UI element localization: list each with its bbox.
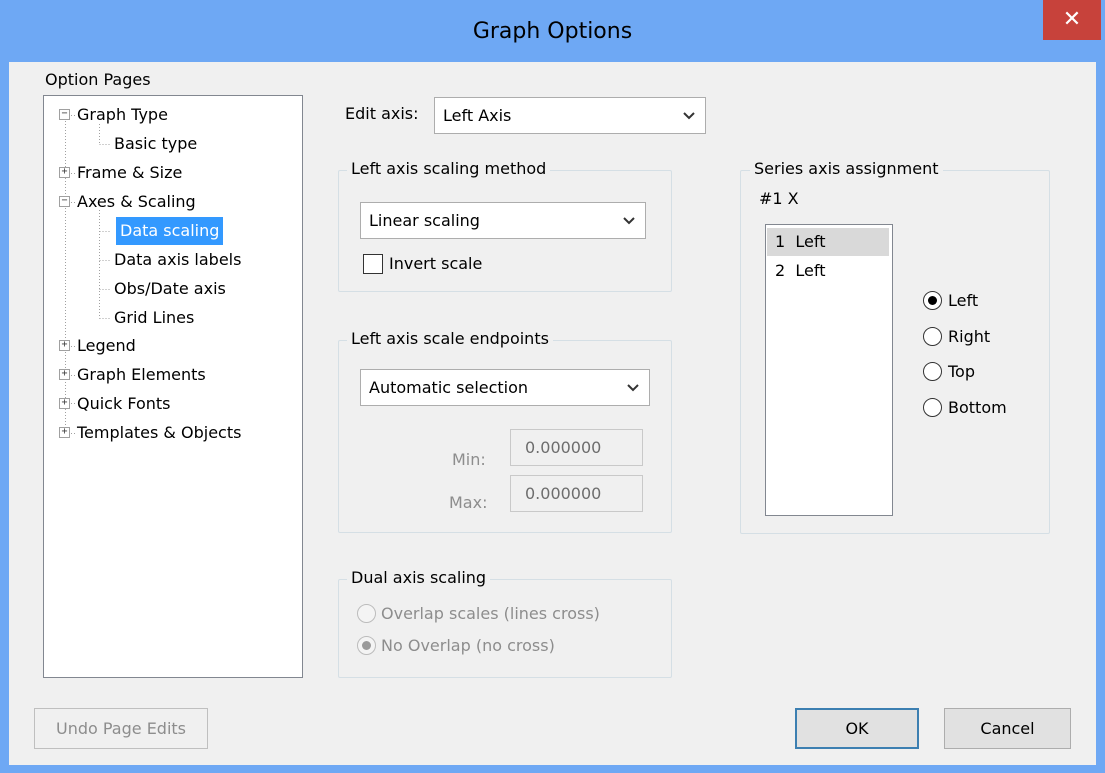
chevron-down-icon [683,112,695,120]
tree-item-frame-size[interactable]: Frame & Size [77,159,182,187]
series-list-header: #1 X [759,189,799,208]
window-title: Graph Options [472,19,633,44]
tree-item-basic-type[interactable]: Basic type [114,130,197,158]
invert-scale-label: Invert scale [389,254,483,273]
expand-toggle-templates-objects[interactable]: + [59,427,70,438]
series-assignment-title: Series axis assignment [750,159,943,178]
endpoints-value: Automatic selection [369,378,529,397]
max-input[interactable]: 0.000000 [510,475,643,512]
axis-top-radio[interactable] [923,362,942,381]
axis-bottom-radio[interactable] [923,398,942,417]
axis-right-label: Right [948,327,991,346]
cancel-button[interactable]: Cancel [944,708,1071,749]
tree-item-legend[interactable]: Legend [77,332,136,360]
scaling-method-value: Linear scaling [369,211,480,230]
list-item[interactable]: 2 Left [767,257,889,285]
min-label: Min: [452,450,486,469]
tree-item-quick-fonts[interactable]: Quick Fonts [77,390,171,418]
chevron-down-icon [627,384,639,392]
expand-toggle-graph-elements[interactable]: + [59,369,70,380]
expand-toggle-graph-type[interactable]: − [59,109,70,120]
expand-toggle-quick-fonts[interactable]: + [59,398,70,409]
endpoints-title: Left axis scale endpoints [347,329,553,348]
dual-axis-title: Dual axis scaling [347,568,491,587]
max-label: Max: [449,493,488,512]
chevron-down-icon [623,217,635,225]
scaling-method-title: Left axis scaling method [347,159,551,178]
tree-item-obs-date-axis[interactable]: Obs/Date axis [114,275,226,303]
tree-item-grid-lines[interactable]: Grid Lines [114,304,194,332]
expand-toggle-frame-size[interactable]: + [59,167,70,178]
overlap-scales-label: Overlap scales (lines cross) [381,604,600,623]
axis-left-radio[interactable] [923,291,942,310]
edit-axis-select[interactable]: Left Axis [434,97,706,134]
axis-right-radio[interactable] [923,327,942,346]
axis-bottom-label: Bottom [948,398,1007,417]
endpoints-select[interactable]: Automatic selection [360,369,650,406]
close-button[interactable]: ✕ [1043,0,1101,40]
edit-axis-label: Edit axis: [345,104,419,123]
axis-top-label: Top [948,362,975,381]
ok-button[interactable]: OK [795,708,919,749]
undo-page-edits-button[interactable]: Undo Page Edits [34,708,208,749]
scaling-method-select[interactable]: Linear scaling [360,202,646,239]
expand-toggle-axes-scaling[interactable]: − [59,196,70,207]
tree-item-axes-scaling[interactable]: Axes & Scaling [77,188,196,216]
dual-axis-group [338,579,672,678]
tree-item-data-axis-labels[interactable]: Data axis labels [114,246,241,274]
invert-scale-checkbox[interactable] [363,254,383,274]
no-overlap-label: No Overlap (no cross) [381,636,555,655]
tree-item-graph-type[interactable]: Graph Type [77,101,168,129]
option-pages-tree: − Graph Type Basic type + Frame & Size −… [43,95,303,678]
option-pages-label: Option Pages [45,70,151,89]
series-listbox[interactable]: 1 Left 2 Left [765,224,893,516]
expand-toggle-legend[interactable]: + [59,340,70,351]
list-item[interactable]: 1 Left [767,228,889,256]
no-overlap-radio[interactable] [357,636,376,655]
axis-left-label: Left [948,291,979,310]
tree-item-graph-elements[interactable]: Graph Elements [77,361,206,389]
tree-item-templates-objects[interactable]: Templates & Objects [77,419,241,447]
close-icon: ✕ [1062,7,1082,32]
edit-axis-value: Left Axis [443,106,512,125]
tree-item-data-scaling[interactable]: Data scaling [116,217,224,245]
overlap-scales-radio[interactable] [357,604,376,623]
min-input[interactable]: 0.000000 [510,429,643,466]
